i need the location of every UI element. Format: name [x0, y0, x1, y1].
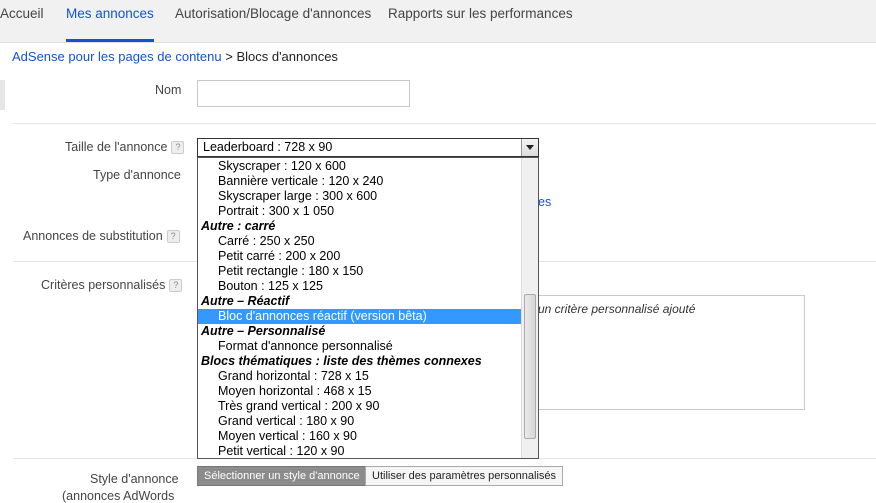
tab-mes-annonces[interactable]: Mes annonces — [66, 0, 154, 42]
help-icon[interactable]: ? — [171, 141, 185, 155]
criteria-text: un critère personnalisé ajouté — [538, 302, 696, 316]
dropdown-option[interactable]: Bouton : 125 x 125 — [198, 279, 521, 294]
tab-autorisation-blocage[interactable]: Autorisation/Blocage d'annonces — [175, 0, 371, 42]
help-icon[interactable]: ? — [166, 230, 180, 244]
dropdown-option[interactable]: Grand vertical : 180 x 90 — [198, 414, 521, 429]
ad-size-select[interactable]: Leaderboard : 728 x 90 — [197, 138, 539, 157]
partial-link[interactable]: es — [538, 195, 551, 209]
optgroup-label: Autre – Personnalisé — [201, 324, 326, 338]
criteria-label-row: Critères personnalisés? — [41, 278, 183, 293]
help-icon[interactable]: ? — [169, 279, 183, 293]
select-style-button[interactable]: Sélectionner un style d'annonce — [197, 466, 367, 486]
name-input[interactable] — [197, 80, 410, 107]
tab-accueil[interactable]: Accueil — [0, 0, 44, 42]
dropdown-button[interactable] — [521, 139, 538, 156]
breadcrumb-current: Blocs d'annonces — [236, 49, 338, 64]
dropdown-option[interactable]: Moyen horizontal : 468 x 15 — [198, 384, 521, 399]
dropdown-option[interactable]: Bloc d'annonces réactif (version bêta) — [198, 309, 521, 324]
backup-label-row: Annonces de substitution? — [23, 229, 180, 244]
divider — [13, 123, 876, 124]
chevron-down-icon — [526, 145, 534, 150]
name-label: Nom — [155, 83, 182, 97]
dropdown-option[interactable]: Format d'annonce personnalisé — [198, 339, 521, 354]
scrollbar[interactable] — [521, 158, 538, 458]
scrollbar-thumb[interactable] — [524, 294, 536, 439]
type-label: Type d'annonce — [93, 168, 181, 182]
tab-rapports[interactable]: Rapports sur les performances — [388, 0, 573, 42]
style-label-sub: (annonces AdWords — [62, 489, 175, 503]
dropdown-option[interactable]: Bannière verticale : 120 x 240 — [198, 174, 521, 189]
left-edge-bar — [0, 80, 5, 110]
custom-settings-button[interactable]: Utiliser des paramètres personnalisés — [365, 466, 564, 486]
dropdown-option[interactable]: Petit rectangle : 180 x 150 — [198, 264, 521, 279]
dropdown-option[interactable]: Skyscraper large : 300 x 600 — [198, 189, 521, 204]
optgroup-label: Blocs thématiques : liste des thèmes con… — [201, 354, 482, 368]
optgroup-label: Autre – Réactif — [201, 294, 290, 308]
ad-size-select-value: Leaderboard : 728 x 90 — [203, 140, 333, 154]
breadcrumb-separator: > — [221, 49, 237, 64]
dropdown-option[interactable]: Moyen vertical : 160 x 90 — [198, 429, 521, 444]
dropdown-option[interactable]: Carré : 250 x 250 — [198, 234, 521, 249]
size-label: Taille de l'annonce — [65, 140, 168, 154]
breadcrumb-link[interactable]: AdSense pour les pages de contenu — [12, 49, 222, 64]
dropdown-option[interactable]: Petit vertical : 120 x 90 — [198, 444, 521, 458]
dropdown-option[interactable]: Skyscraper : 120 x 600 — [198, 159, 521, 174]
dropdown-option[interactable]: Grand horizontal : 728 x 15 — [198, 369, 521, 384]
dropdown-option[interactable]: Portrait : 300 x 1 050 — [198, 204, 521, 219]
breadcrumb: AdSense pour les pages de contenu > Bloc… — [12, 49, 338, 64]
criteria-label: Critères personnalisés — [41, 278, 166, 292]
dropdown-option[interactable]: Très grand vertical : 200 x 90 — [198, 399, 521, 414]
ad-size-dropdown-list[interactable]: Skyscraper : 120 x 600 Bannière verticale… — [197, 157, 539, 459]
top-nav: Accueil Mes annonces Autorisation/Blocag… — [0, 0, 876, 43]
backup-label: Annonces de substitution — [23, 229, 163, 243]
optgroup-label: Autre : carré — [201, 219, 276, 233]
dropdown-option[interactable]: Petit carré : 200 x 200 — [198, 249, 521, 264]
style-label: Style d'annonce — [90, 472, 179, 486]
size-label-row: Taille de l'annonce? — [65, 140, 185, 155]
